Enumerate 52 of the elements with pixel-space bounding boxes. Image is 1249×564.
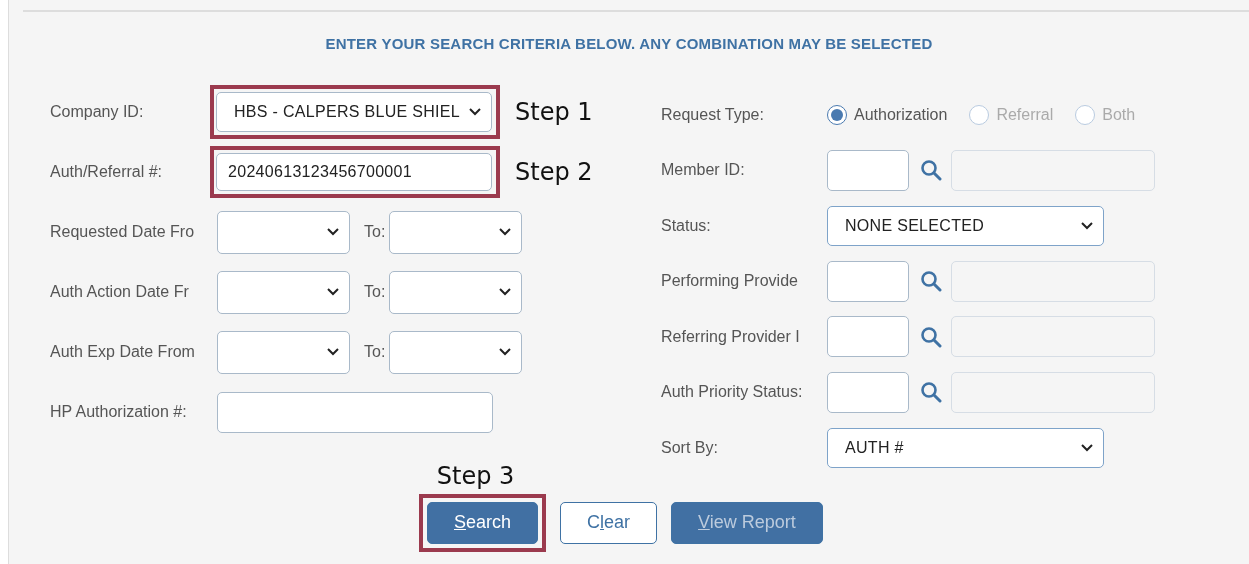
chevron-down-icon bbox=[499, 288, 512, 296]
field-label: Member ID: bbox=[661, 161, 746, 180]
date-select[interactable] bbox=[217, 270, 350, 314]
field-label: Sort By: bbox=[661, 438, 719, 457]
field-label: Auth Priority Status: bbox=[661, 383, 804, 402]
field-label: To: bbox=[364, 223, 386, 241]
field-label: Referring Provider I bbox=[661, 327, 801, 346]
text-field[interactable] bbox=[827, 149, 909, 191]
search-icon[interactable] bbox=[920, 381, 942, 404]
search-icon[interactable] bbox=[920, 270, 942, 293]
radio-label[interactable]: Authorization bbox=[854, 105, 948, 124]
section-heading: ENTER YOUR SEARCH CRITERIA BELOW. ANY COMBINATION MAY BE SELECTED bbox=[324, 35, 934, 52]
field-label: To: bbox=[364, 283, 386, 301]
field-label: Auth Exp Date From bbox=[50, 343, 196, 361]
clear-button[interactable]: Clear bbox=[560, 501, 658, 544]
chevron-down-icon bbox=[499, 348, 512, 356]
dropdown-select[interactable]: NONE SELECTED bbox=[827, 205, 1104, 246]
field-label: Request Type: bbox=[661, 105, 765, 124]
chevron-down-icon bbox=[469, 108, 481, 116]
field-label: HP Authorization #: bbox=[50, 403, 188, 421]
chevron-down-icon bbox=[327, 228, 339, 236]
chevron-down-icon bbox=[327, 348, 339, 356]
chevron-down-icon bbox=[327, 288, 339, 296]
field-label: Status: bbox=[661, 216, 712, 235]
search-icon[interactable] bbox=[920, 325, 942, 348]
chevron-down-icon bbox=[1081, 443, 1093, 452]
chevron-down-icon bbox=[1081, 221, 1093, 230]
date-select[interactable] bbox=[389, 210, 523, 254]
field-label: Auth Action Date Fr bbox=[50, 283, 190, 301]
date-select[interactable] bbox=[389, 330, 523, 374]
text-field[interactable] bbox=[217, 391, 493, 433]
chevron-down-icon bbox=[499, 228, 512, 236]
date-select[interactable] bbox=[389, 270, 523, 314]
field-label: Performing Provide bbox=[661, 272, 799, 291]
radio-button[interactable] bbox=[827, 104, 847, 125]
step-label: Step 2 bbox=[515, 158, 593, 186]
date-select[interactable] bbox=[217, 330, 350, 374]
field-label: Company ID: bbox=[50, 103, 145, 121]
field-label: Requested Date Fro bbox=[50, 223, 196, 241]
dropdown-select[interactable]: AUTH # bbox=[827, 427, 1104, 468]
step-label: Step 1 bbox=[515, 98, 593, 126]
step-label: Step 3 bbox=[436, 461, 515, 490]
field-label: Auth/Referral #: bbox=[50, 163, 164, 181]
text-field[interactable]: 20240613123456700001 bbox=[216, 153, 492, 191]
company-select[interactable]: HBS - CALPERS BLUE SHIEL bbox=[216, 92, 492, 132]
text-field[interactable] bbox=[827, 260, 909, 302]
date-select[interactable] bbox=[217, 210, 350, 254]
field-label: To: bbox=[364, 343, 386, 361]
text-field[interactable] bbox=[827, 371, 909, 413]
search-button[interactable]: Search bbox=[427, 501, 539, 544]
text-field[interactable] bbox=[827, 316, 909, 358]
search-icon[interactable] bbox=[920, 159, 942, 182]
